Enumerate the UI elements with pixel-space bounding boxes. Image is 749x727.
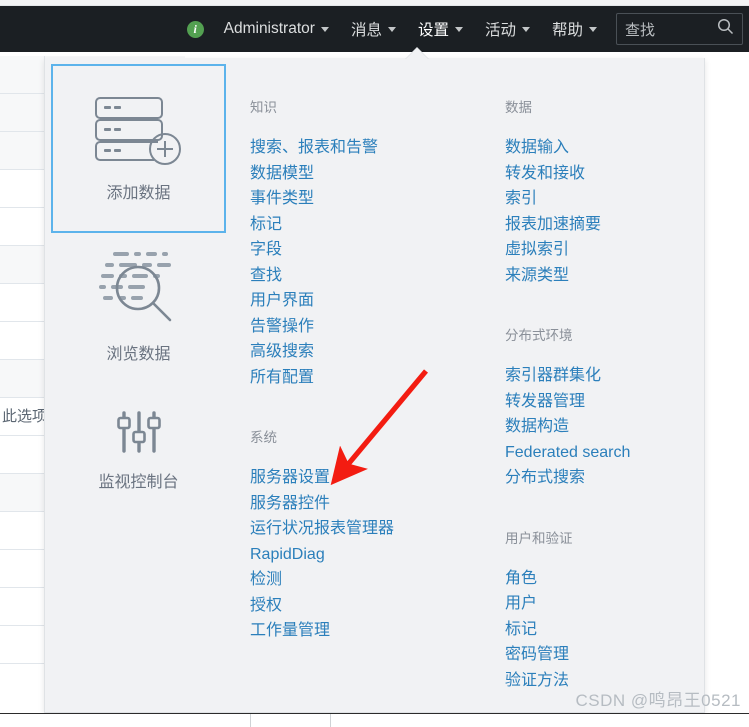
top-navbar: i Administrator 消息 设置 活动 帮助 查找: [0, 6, 749, 52]
menu-link-data-models[interactable]: 数据模型: [250, 161, 500, 187]
dropdown-tiles: 添加数据 浏览数据 监视控制台: [51, 64, 226, 523]
menu-link-roles[interactable]: 角色: [505, 566, 749, 592]
search-icon[interactable]: [717, 18, 734, 40]
menu-link-licensing[interactable]: 授权: [250, 593, 500, 619]
menu-group-knowledge: 知识 搜索、报表和告警 数据模型 事件类型 标记 字段 查找 用户界面 告警操作…: [250, 96, 500, 390]
group-title: 数据: [505, 100, 532, 115]
navbar-items: i Administrator 消息 设置 活动 帮助 查找: [186, 6, 749, 52]
menu-link-password-management[interactable]: 密码管理: [505, 642, 749, 668]
menu-link-all-configurations[interactable]: 所有配置: [250, 365, 500, 391]
menu-link-user-interface[interactable]: 用户界面: [250, 288, 500, 314]
search-input[interactable]: 查找: [625, 19, 717, 40]
menu-link-report-acceleration[interactable]: 报表加速摘要: [505, 212, 749, 238]
nav-item-label: Administrator: [223, 20, 315, 37]
nav-item-label: 消息: [350, 22, 382, 39]
menu-group-data: 数据 数据输入 转发和接收 索引 报表加速摘要 虚拟索引 来源类型: [505, 96, 749, 288]
search-box[interactable]: 查找: [616, 13, 743, 45]
menu-link-alert-actions[interactable]: 告警操作: [250, 314, 500, 340]
menu-link-tokens[interactable]: 标记: [505, 617, 749, 643]
menu-link-distributed-search[interactable]: 分布式搜索: [505, 465, 749, 491]
tile-label: 监视控制台: [98, 473, 179, 491]
menu-link-event-types[interactable]: 事件类型: [250, 186, 500, 212]
info-circle-icon[interactable]: i: [186, 20, 204, 38]
tile-monitoring-console[interactable]: 监视控制台: [51, 378, 226, 523]
menu-link-health-report-manager[interactable]: 运行状况报表管理器: [250, 516, 500, 542]
nav-item-label: 活动: [484, 22, 516, 39]
menu-link-indexes[interactable]: 索引: [505, 186, 749, 212]
tile-browse-data[interactable]: 浏览数据: [51, 233, 226, 378]
dropdown-caret: [406, 48, 428, 59]
chevron-down-icon: [320, 26, 329, 32]
tile-label: 浏览数据: [106, 345, 171, 363]
nav-item-label: 帮助: [551, 22, 583, 39]
menu-link-data-fabric[interactable]: 数据构造: [505, 414, 749, 440]
menu-group-distributed-environment: 分布式环境 索引器群集化 转发器管理 数据构造 Federated search…: [505, 324, 749, 491]
group-title: 系统: [250, 430, 277, 445]
menu-link-workload-management[interactable]: 工作量管理: [250, 618, 500, 644]
menu-link-server-controls[interactable]: 服务器控件: [250, 491, 500, 517]
menu-link-rapid-diag[interactable]: RapidDiag: [250, 542, 500, 568]
menu-link-virtual-indexes[interactable]: 虚拟索引: [505, 237, 749, 263]
group-title: 分布式环境: [505, 328, 573, 343]
menu-link-users[interactable]: 用户: [505, 591, 749, 617]
menu-link-fields[interactable]: 字段: [250, 237, 500, 263]
magnifier-data-icon: [91, 248, 187, 326]
nav-item-administrator[interactable]: Administrator: [213, 6, 340, 52]
menu-link-forwarding-receiving[interactable]: 转发和接收: [505, 161, 749, 187]
nav-item-settings[interactable]: 设置: [407, 6, 474, 52]
bottom-bar: [0, 713, 749, 727]
menu-link-tags[interactable]: 标记: [250, 212, 500, 238]
chevron-down-icon: [589, 26, 597, 32]
menu-link-search-reports-alerts[interactable]: 搜索、报表和告警: [250, 135, 500, 161]
chevron-down-icon: [454, 26, 463, 32]
nav-item-label: 设置: [417, 22, 449, 39]
nav-item-activity[interactable]: 活动: [474, 6, 541, 52]
tile-label: 添加数据: [106, 184, 171, 202]
nav-item-help[interactable]: 帮助: [541, 6, 608, 52]
menu-link-instrumentation[interactable]: 检测: [250, 567, 500, 593]
menu-link-indexer-clustering[interactable]: 索引器群集化: [505, 363, 749, 389]
server-stack-plus-icon: [91, 95, 187, 165]
watermark-text: CSDN @鸣昂王0521: [575, 691, 741, 710]
menu-column-right: 数据 数据输入 转发和接收 索引 报表加速摘要 虚拟索引 来源类型 分布式环境 …: [505, 96, 749, 727]
menu-link-forwarder-management[interactable]: 转发器管理: [505, 389, 749, 415]
chevron-down-icon: [387, 26, 396, 32]
menu-link-federated-search[interactable]: Federated search: [505, 440, 749, 466]
menu-link-advanced-search[interactable]: 高级搜索: [250, 339, 500, 365]
tile-add-data[interactable]: 添加数据: [51, 64, 226, 233]
chevron-down-icon: [521, 26, 530, 32]
group-title: 知识: [250, 100, 277, 115]
menu-group-system: 系统 服务器设置 服务器控件 运行状况报表管理器 RapidDiag 检测 授权…: [250, 426, 500, 644]
menu-link-lookups[interactable]: 查找: [250, 263, 500, 289]
sliders-icon: [115, 410, 163, 454]
group-title: 用户和验证: [505, 530, 573, 546]
menu-link-server-settings[interactable]: 服务器设置: [250, 465, 500, 491]
screenshot-root: 此选项 i Administrator 消息 设置 活动 帮助 查找 添加数据 …: [0, 0, 749, 727]
nav-item-messages[interactable]: 消息: [340, 6, 407, 52]
menu-link-source-types[interactable]: 来源类型: [505, 263, 749, 289]
settings-dropdown-panel: 添加数据 浏览数据 监视控制台 知识 搜索、报表和告警 数据模型 事件类型 标记…: [44, 47, 705, 713]
menu-column-left: 知识 搜索、报表和告警 数据模型 事件类型 标记 字段 查找 用户界面 告警操作…: [250, 96, 500, 680]
menu-group-users-authentication: 用户和验证 角色 用户 标记 密码管理 验证方法: [505, 527, 749, 694]
menu-link-data-inputs[interactable]: 数据输入: [505, 135, 749, 161]
